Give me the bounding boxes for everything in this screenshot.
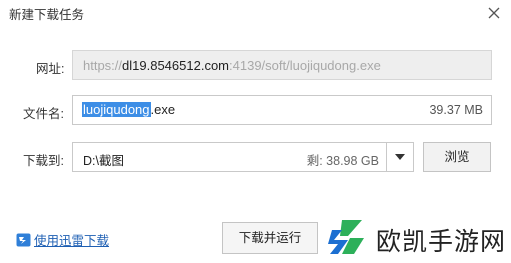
close-button[interactable] bbox=[485, 4, 503, 22]
path-dropdown-button[interactable] bbox=[386, 143, 413, 171]
watermark-text: 欧凯手游网 bbox=[376, 228, 507, 256]
url-path: :4139/soft/luojiqudong.exe bbox=[229, 58, 381, 73]
xunlei-icon bbox=[16, 233, 31, 247]
url-field[interactable]: https://dl19.8546512.com:4139/soft/luoji… bbox=[72, 50, 492, 80]
save-path-text: D:\截图 bbox=[83, 154, 124, 168]
browse-button[interactable]: 浏览 bbox=[423, 142, 491, 172]
site-logo-icon bbox=[328, 220, 364, 254]
title-bar: 新建下载任务 bbox=[0, 0, 511, 26]
site-watermark: 欧凯手游网 bbox=[318, 212, 511, 263]
chevron-down-icon bbox=[395, 154, 405, 160]
dialog-title: 新建下载任务 bbox=[9, 8, 85, 22]
url-label: 网址: bbox=[36, 62, 65, 76]
free-space-text: 剩: 38.98 GB bbox=[306, 154, 379, 168]
filename-field[interactable]: luojiqudong.exe 39.37 MB bbox=[72, 95, 492, 125]
xunlei-link-wrap[interactable]: 使用迅雷下载 bbox=[16, 230, 109, 249]
filename-selected-text: luojiqudong bbox=[82, 102, 151, 117]
filename-extension: .exe bbox=[150, 102, 176, 117]
save-path-field[interactable]: D:\截图 剩: 38.98 GB bbox=[72, 142, 414, 172]
url-prefix: https:// bbox=[83, 58, 123, 73]
close-icon bbox=[488, 7, 500, 19]
download-and-run-button[interactable]: 下载并运行 bbox=[222, 222, 318, 254]
filename-text: luojiqudong.exe bbox=[82, 102, 175, 117]
url-host: dl19.8546512.com bbox=[122, 58, 230, 73]
save-to-label: 下载到: bbox=[23, 154, 64, 168]
filename-label: 文件名: bbox=[23, 107, 64, 121]
use-xunlei-download-link[interactable]: 使用迅雷下载 bbox=[34, 234, 109, 248]
new-download-dialog: 新建下载任务 网址: https://dl19.8546512.com:4139… bbox=[0, 0, 511, 263]
file-size: 39.37 MB bbox=[429, 103, 483, 117]
url-text: https://dl19.8546512.com:4139/soft/luoji… bbox=[83, 58, 381, 73]
